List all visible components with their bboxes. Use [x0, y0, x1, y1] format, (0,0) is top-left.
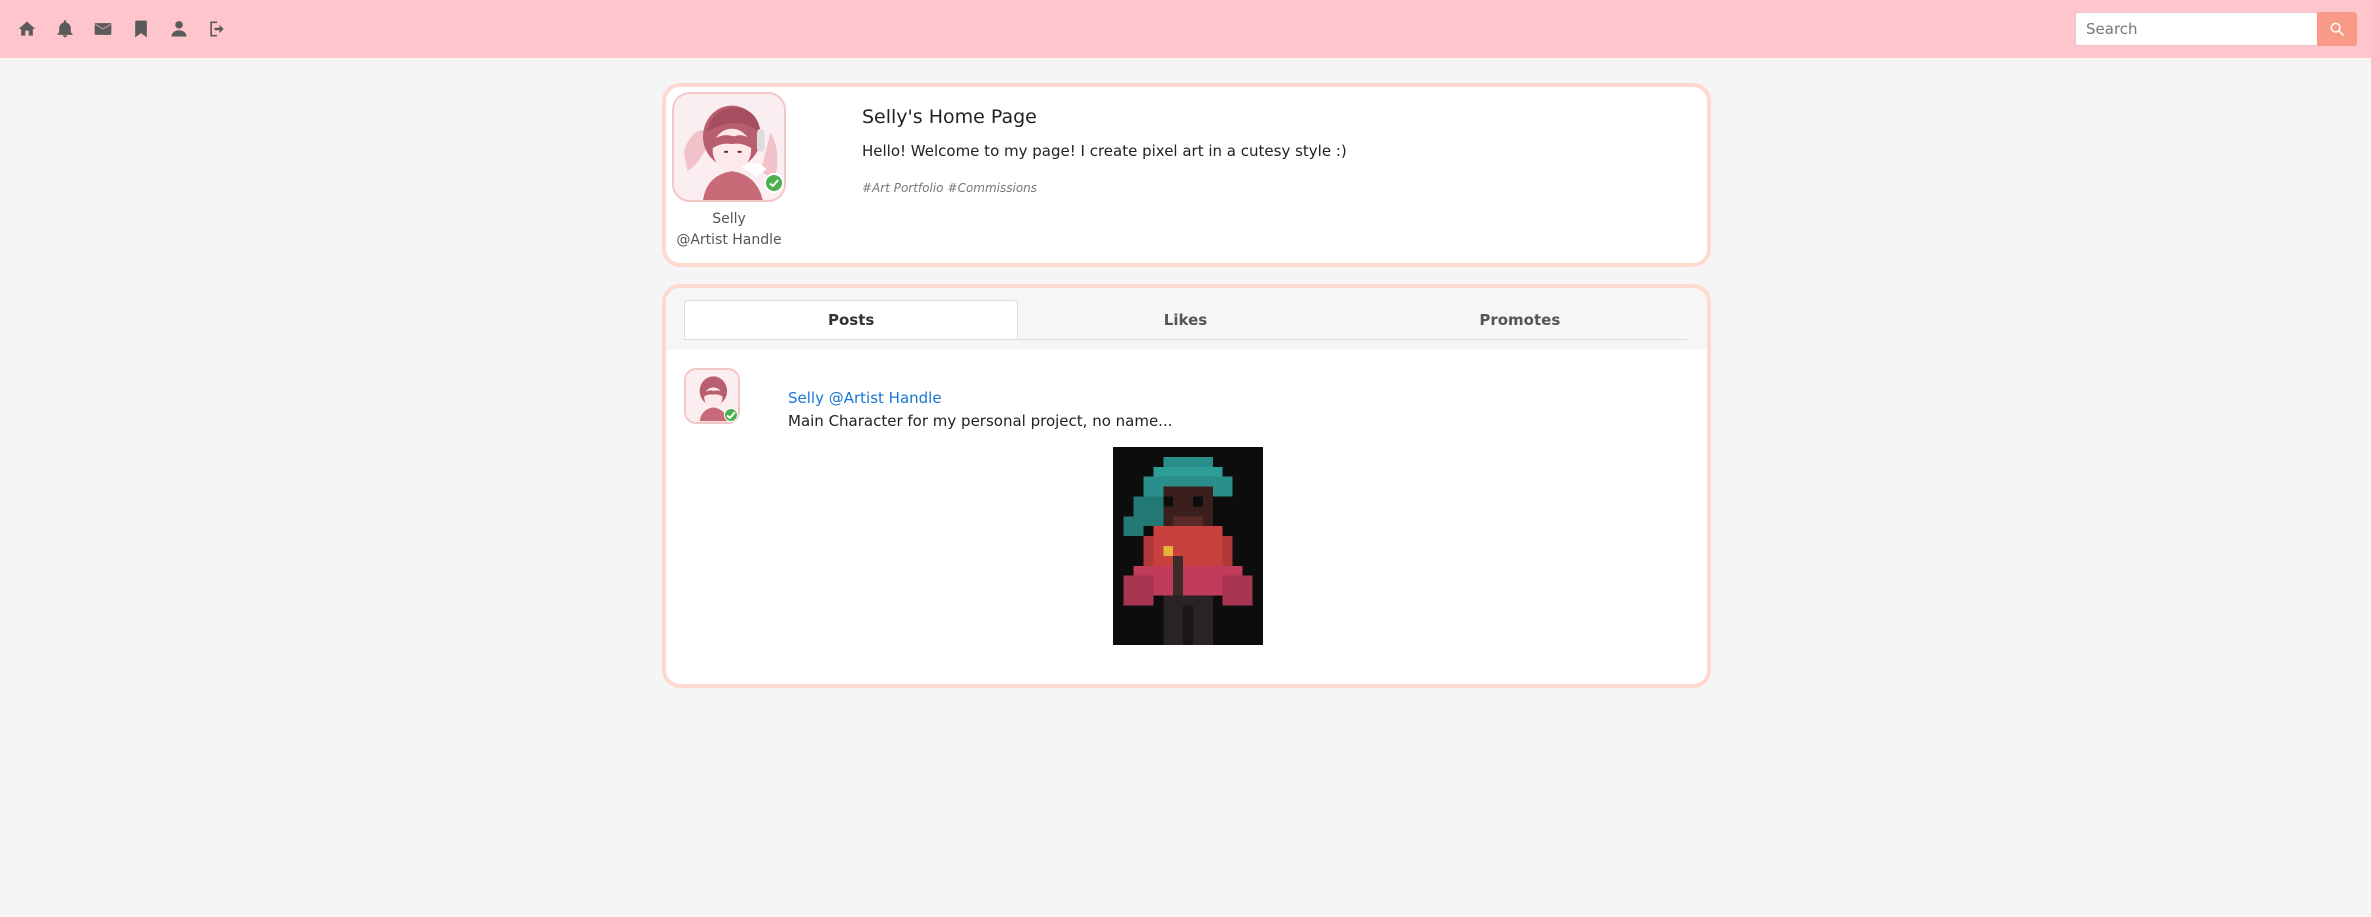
- home-icon[interactable]: [16, 18, 38, 40]
- user-icon[interactable]: [168, 18, 190, 40]
- verified-badge: [764, 173, 784, 193]
- tab-promotes[interactable]: Promotes: [1353, 300, 1687, 339]
- profile-tags: #Art Portfolio #Commissions: [862, 181, 1041, 195]
- tabs: Posts Likes Promotes: [684, 300, 1687, 340]
- tag-art-portfolio[interactable]: #Art Portfolio: [862, 181, 944, 195]
- search-bar: [2075, 12, 2357, 46]
- bookmark-icon[interactable]: [130, 18, 152, 40]
- logout-icon[interactable]: [206, 18, 228, 40]
- profile-card: Selly @Artist Handle Selly's Home Page H…: [662, 83, 1711, 267]
- search-input[interactable]: [2075, 12, 2317, 46]
- nav-icons: [16, 18, 244, 40]
- search-icon: [2330, 22, 2344, 36]
- post-text: Main Character for my personal project, …: [788, 412, 1173, 430]
- post-image[interactable]: [1113, 447, 1263, 645]
- post-author-link[interactable]: Selly @Artist Handle: [788, 389, 942, 407]
- tab-bar: Posts Likes Promotes: [666, 288, 1707, 350]
- post-verified-badge: [724, 408, 738, 422]
- page-title: Selly's Home Page: [862, 106, 1037, 128]
- profile-handle: @Artist Handle: [676, 232, 782, 248]
- mail-icon[interactable]: [92, 18, 114, 40]
- pixel-art-character: [1113, 447, 1263, 645]
- top-navbar: [0, 0, 2371, 58]
- search-button[interactable]: [2317, 12, 2357, 46]
- tab-likes[interactable]: Likes: [1018, 300, 1352, 339]
- bell-icon[interactable]: [54, 18, 76, 40]
- tag-commissions[interactable]: #Commissions: [948, 181, 1038, 195]
- profile-bio: Hello! Welcome to my page! I create pixe…: [862, 142, 1347, 160]
- profile-name: Selly: [712, 211, 746, 227]
- check-icon: [769, 179, 779, 188]
- posts-card: Posts Likes Promotes Selly @Artist Handl…: [662, 284, 1711, 688]
- tab-posts[interactable]: Posts: [684, 300, 1019, 339]
- check-icon: [726, 411, 736, 420]
